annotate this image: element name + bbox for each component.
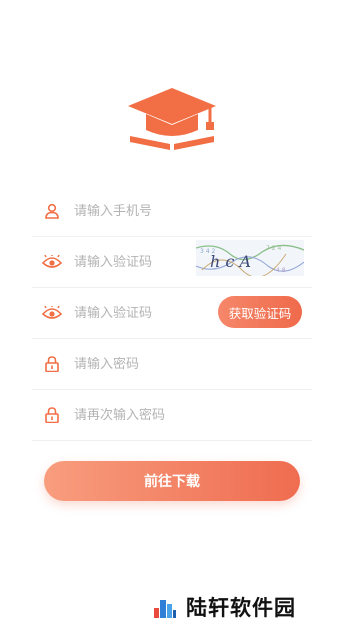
download-button[interactable]: 前往下载: [44, 461, 300, 501]
watermark-text: 陆轩软件园: [186, 596, 296, 620]
svg-text:4 8: 4 8: [276, 267, 286, 274]
password-row: [32, 339, 312, 390]
building-logo-icon: [154, 600, 176, 618]
eye-icon: [42, 252, 62, 272]
confirm-password-row: [32, 390, 312, 441]
svg-text:7 2 4: 7 2 4: [266, 245, 281, 252]
sms-code-input[interactable]: [74, 305, 224, 321]
phone-row: [32, 186, 312, 237]
phone-input[interactable]: [74, 203, 224, 219]
register-form: h c A 3 4 2 7 2 4 4 8 获取验证码: [32, 186, 312, 441]
lock-icon: [42, 405, 62, 425]
confirm-password-input[interactable]: [74, 407, 224, 423]
captcha-text: h c A: [210, 252, 251, 271]
lock-icon: [42, 354, 62, 374]
password-input[interactable]: [74, 356, 224, 372]
captcha-image[interactable]: h c A 3 4 2 7 2 4 4 8: [196, 240, 304, 276]
watermark: 陆轩软件园: [152, 590, 296, 624]
get-code-button[interactable]: 获取验证码: [218, 296, 302, 328]
svg-text:3 4 2: 3 4 2: [200, 248, 215, 255]
user-icon: [42, 201, 62, 221]
eye-icon: [42, 303, 62, 323]
graduation-cap-logo-icon: [128, 88, 216, 150]
